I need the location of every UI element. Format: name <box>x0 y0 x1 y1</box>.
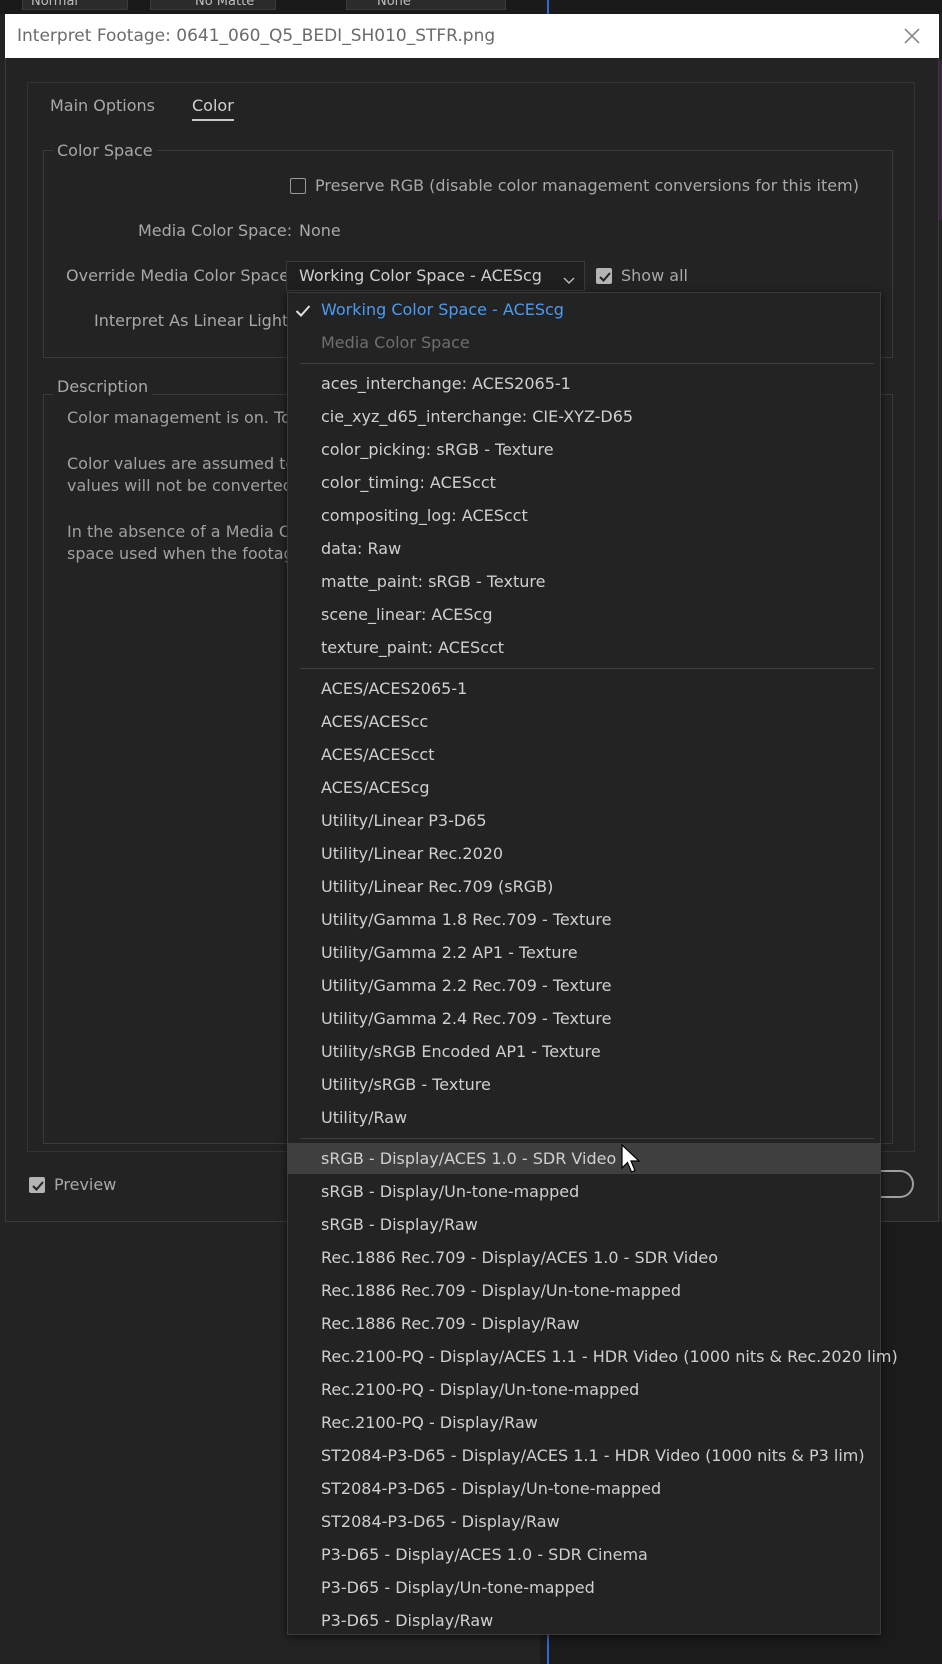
dropdown-item[interactable]: texture_paint: ACEScct <box>287 632 881 663</box>
media-color-space-value: None <box>299 221 341 240</box>
matte-label: No Matte <box>195 0 255 9</box>
dropdown-item[interactable]: P3-D65 - Display/ACES 1.0 - SDR Cinema <box>287 1539 881 1570</box>
dropdown-item: Media Color Space <box>321 333 470 352</box>
blend-mode-dropdown[interactable]: Normal <box>22 0 128 10</box>
description-line-1: Color management is on. To tu <box>67 408 313 427</box>
dropdown-item[interactable]: ST2084-P3-D65 - Display/Un-tone-mapped <box>287 1473 881 1504</box>
dropdown-item[interactable]: Utility/Gamma 2.2 AP1 - Texture <box>287 937 881 968</box>
tab-main-options[interactable]: Main Options <box>50 96 155 115</box>
dropdown-item[interactable]: color_picking: sRGB - Texture <box>287 434 881 465</box>
parent-dropdown[interactable]: None <box>346 0 506 10</box>
checkmark-icon <box>599 272 611 282</box>
dropdown-item[interactable]: Rec.2100-PQ - Display/Raw <box>287 1407 881 1438</box>
ok-button[interactable] <box>880 1170 914 1198</box>
dropdown-item[interactable]: ACES/ACES2065-1 <box>287 673 881 704</box>
chevron-down-icon <box>563 270 575 289</box>
dropdown-item[interactable]: Utility/sRGB - Texture <box>287 1069 881 1100</box>
dropdown-separator <box>300 363 874 364</box>
dropdown-item[interactable]: ACES/ACEScg <box>287 772 881 803</box>
dropdown-item[interactable]: P3-D65 - Display/Raw <box>287 1605 881 1636</box>
show-all-checkbox[interactable] <box>596 268 612 284</box>
parent-label: None <box>377 0 411 9</box>
timeline-indicator <box>547 0 549 14</box>
dropdown-item[interactable]: data: Raw <box>287 533 881 564</box>
dropdown-item[interactable]: Rec.1886 Rec.709 - Display/Raw <box>287 1308 881 1339</box>
dropdown-item[interactable]: sRGB - Display/Raw <box>287 1209 881 1240</box>
dropdown-item[interactable]: Utility/Linear Rec.2020 <box>287 838 881 869</box>
dropdown-item[interactable]: Utility/Raw <box>287 1102 881 1133</box>
dropdown-item[interactable]: ST2084-P3-D65 - Display/Raw <box>287 1506 881 1537</box>
dropdown-item[interactable]: scene_linear: ACEScg <box>287 599 881 630</box>
preview-checkbox[interactable] <box>29 1177 45 1193</box>
dropdown-item[interactable]: Utility/Gamma 2.4 Rec.709 - Texture <box>287 1003 881 1034</box>
dropdown-item[interactable]: Rec.2100-PQ - Display/Un-tone-mapped <box>287 1374 881 1405</box>
dropdown-item[interactable]: Utility/Gamma 2.2 Rec.709 - Texture <box>287 970 881 1001</box>
interpret-linear-light-label: Interpret As Linear Light: <box>94 311 294 330</box>
dropdown-item[interactable]: Utility/Gamma 1.8 Rec.709 - Texture <box>287 904 881 935</box>
preserve-rgb-checkbox[interactable] <box>290 178 306 194</box>
preserve-rgb-label: Preserve RGB (disable color management c… <box>315 176 859 195</box>
dropdown-item[interactable]: ST2084-P3-D65 - Display/ACES 1.1 - HDR V… <box>287 1440 881 1471</box>
tab-color[interactable]: Color <box>192 96 234 115</box>
show-all-label: Show all <box>621 266 688 285</box>
dropdown-item[interactable]: Rec.1886 Rec.709 - Display/Un-tone-mappe… <box>287 1275 881 1306</box>
dropdown-item[interactable]: ACES/ACEScc <box>287 706 881 737</box>
active-tab-indicator <box>192 119 234 121</box>
dropdown-item[interactable]: matte_paint: sRGB - Texture <box>287 566 881 597</box>
dropdown-separator <box>300 1138 874 1139</box>
dropdown-item[interactable]: Utility/Linear P3-D65 <box>287 805 881 836</box>
dropdown-item[interactable]: P3-D65 - Display/Un-tone-mapped <box>287 1572 881 1603</box>
dropdown-item[interactable]: Rec.1886 Rec.709 - Display/ACES 1.0 - SD… <box>287 1242 881 1273</box>
dropdown-item[interactable]: color_timing: ACEScct <box>287 467 881 498</box>
dropdown-item[interactable]: compositing_log: ACEScct <box>287 500 881 531</box>
description-line-4: In the absence of a Media Colo <box>67 522 315 541</box>
dropdown-item[interactable]: ACES/ACEScct <box>287 739 881 770</box>
checkmark-icon <box>32 1181 44 1191</box>
background-app-toolbar: Normal No Matte None <box>0 0 942 14</box>
dialog-title: Interpret Footage: 0641_060_Q5_BEDI_SH01… <box>17 26 496 46</box>
mouse-cursor-icon <box>621 1143 641 1178</box>
dropdown-item[interactable]: aces_interchange: ACES2065-1 <box>287 368 881 399</box>
description-legend: Description <box>53 377 153 396</box>
description-line-5: space used when the footage v <box>67 544 319 563</box>
description-line-3: values will not be converted. <box>67 476 298 495</box>
dropdown-item[interactable]: sRGB - Display/ACES 1.0 - SDR Video <box>287 1143 881 1174</box>
dropdown-item[interactable]: Rec.2100-PQ - Display/ACES 1.1 - HDR Vid… <box>287 1341 898 1372</box>
close-icon[interactable] <box>900 24 924 48</box>
media-color-space-label: Media Color Space: <box>138 221 293 240</box>
dropdown-separator <box>300 668 874 669</box>
dropdown-item[interactable]: cie_xyz_d65_interchange: CIE-XYZ-D65 <box>287 401 881 432</box>
dropdown-item[interactable]: sRGB - Display/Un-tone-mapped <box>287 1176 881 1207</box>
dropdown-item[interactable]: Working Color Space - ACEScg <box>287 294 881 325</box>
dropdown-item[interactable]: Utility/Linear Rec.709 (sRGB) <box>287 871 881 902</box>
blend-mode-label: Normal <box>31 0 79 9</box>
color-space-legend: Color Space <box>53 141 157 160</box>
preview-label: Preview <box>54 1175 117 1194</box>
matte-dropdown[interactable]: No Matte <box>150 0 276 10</box>
override-media-color-space-label: Override Media Color Space: <box>66 266 295 285</box>
override-color-space-value: Working Color Space - ACEScg <box>299 266 542 285</box>
check-icon <box>295 303 311 322</box>
description-line-2: Color values are assumed to b <box>67 454 311 473</box>
dropdown-item[interactable]: Utility/sRGB Encoded AP1 - Texture <box>287 1036 881 1067</box>
